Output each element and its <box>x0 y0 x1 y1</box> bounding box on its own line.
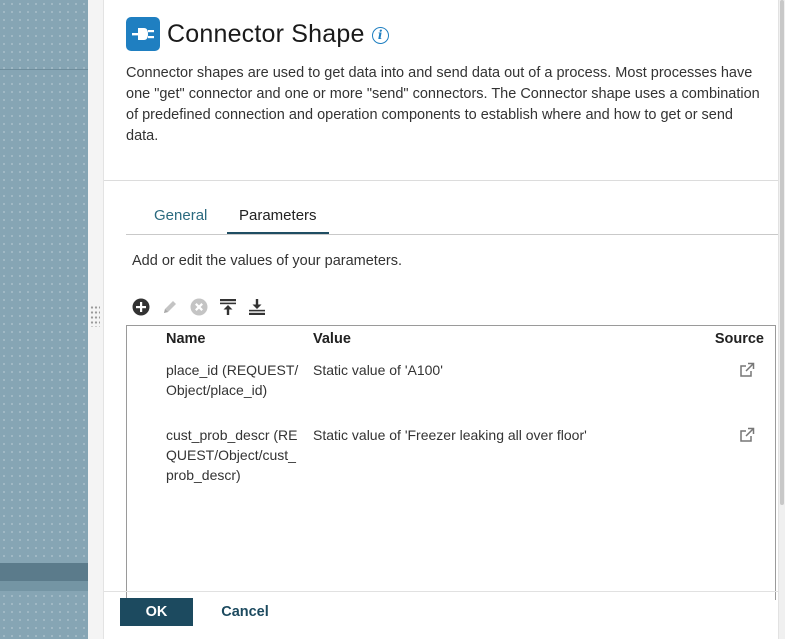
tab-parameters[interactable]: Parameters <box>227 198 329 234</box>
external-link-icon[interactable] <box>739 362 755 378</box>
external-link-icon[interactable] <box>739 427 755 443</box>
ok-button[interactable]: OK <box>120 598 193 626</box>
parameters-toolbar <box>131 296 276 318</box>
cancel-button[interactable]: Cancel <box>208 598 282 626</box>
tab-general[interactable]: General <box>142 198 219 233</box>
table-row[interactable]: cust_prob_descr (REQUEST/Object/cust_pro… <box>127 425 775 487</box>
add-icon[interactable] <box>131 297 151 317</box>
resize-handle[interactable] <box>90 305 100 327</box>
canvas-band <box>0 563 88 581</box>
panel-description: Connector shapes are used to get data in… <box>126 65 760 144</box>
parameter-name: cust_prob_descr (REQUEST/Object/cust_pro… <box>166 427 298 483</box>
info-icon[interactable]: i <box>371 26 389 44</box>
tab-bar: General Parameters <box>126 198 778 235</box>
panel-header: Connector Shape i <box>126 16 389 52</box>
panel-scrollbar[interactable] <box>778 0 785 639</box>
footer-divider <box>104 591 779 592</box>
table-row[interactable]: place_id (REQUEST/Object/place_id) Stati… <box>127 360 775 422</box>
parameter-value: Static value of 'Freezer leaking all ove… <box>313 427 587 443</box>
connector-shape-panel: Connector Shape i Connector shapes are u… <box>104 0 785 639</box>
connector-plug-icon <box>126 17 160 51</box>
parameter-name: place_id (REQUEST/Object/place_id) <box>166 362 299 398</box>
move-to-bottom-icon[interactable] <box>247 297 267 317</box>
canvas-band-lower <box>0 581 88 591</box>
column-header-source[interactable]: Source <box>715 331 764 347</box>
parameters-instruction: Add or edit the values of your parameter… <box>132 253 403 269</box>
canvas-divider <box>0 69 88 70</box>
column-header-value[interactable]: Value <box>313 331 351 347</box>
move-to-top-icon[interactable] <box>218 297 238 317</box>
header-divider <box>104 180 779 181</box>
edit-icon[interactable] <box>160 297 180 317</box>
page-title: Connector Shape <box>167 19 365 48</box>
scrollbar-thumb[interactable] <box>780 0 784 505</box>
parameters-table: Name Value Source place_id (REQUEST/Obje… <box>126 325 776 600</box>
column-header-name[interactable]: Name <box>166 331 206 347</box>
parameter-value: Static value of 'A100' <box>313 362 443 378</box>
process-canvas[interactable] <box>0 0 88 639</box>
delete-icon[interactable] <box>189 297 209 317</box>
